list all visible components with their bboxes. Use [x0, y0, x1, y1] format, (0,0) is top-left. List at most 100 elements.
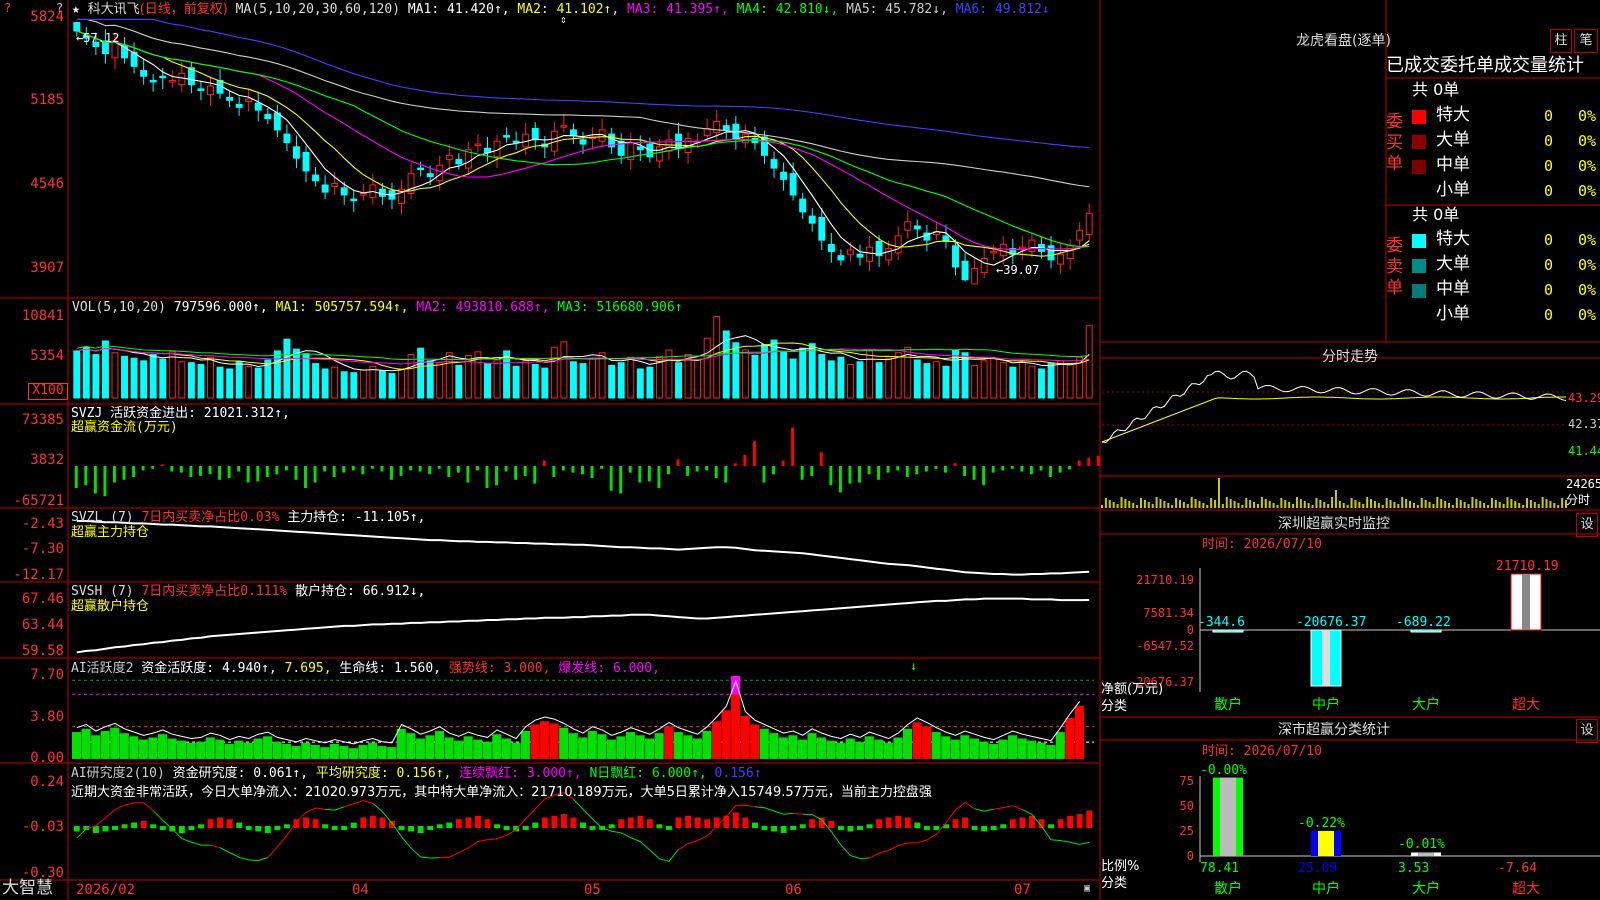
lock-icon[interactable]: ▣ [1084, 884, 1090, 894]
ai-research-bar [178, 826, 185, 834]
ai-research-bar [322, 824, 329, 829]
svzj-bar [437, 466, 441, 469]
ai-research-part: N日飘红: 6.000↑, [581, 766, 707, 781]
volume-bar [1038, 368, 1045, 399]
order-percent: 0% [1578, 132, 1597, 150]
candle-body [961, 260, 969, 281]
ai-active-bar [463, 736, 473, 759]
candle-body [894, 235, 902, 254]
svzj-bar [848, 466, 852, 484]
stock-name[interactable]: 科大讯飞 [88, 2, 140, 17]
ai-active-bar [979, 741, 989, 759]
ai-active-bar [196, 741, 206, 759]
ai-research-bar [761, 826, 768, 830]
volume-bar [741, 349, 749, 399]
order-percent: 0% [1578, 182, 1597, 200]
sz-class-title: 深市超赢分类统计 [1278, 722, 1390, 738]
ai-research-bar [293, 819, 300, 828]
ai-research-bar [303, 817, 309, 828]
ai-research-bar [1019, 817, 1026, 828]
order-count: 0 [1544, 132, 1554, 150]
svzl-ratio: 7日内买卖净占比0.03% [141, 510, 280, 525]
ai-active-bar [902, 728, 913, 759]
volume-bar [799, 347, 807, 399]
svzj-bar [953, 463, 957, 466]
volume-unit-button[interactable]: X100 [28, 383, 68, 400]
ai-research-bar [541, 817, 548, 828]
volume-bar [589, 358, 597, 399]
ai-research-line [219, 847, 268, 862]
ai-active-bar [578, 737, 588, 759]
candle-body [770, 159, 778, 169]
svzj-bar [1058, 466, 1062, 473]
ai-active-bar [893, 737, 903, 759]
volume-header: VOL(5,10,20) 797596.000↑, MA1: 505757.59… [72, 301, 683, 314]
ai-research-bar [131, 822, 138, 828]
ai-active-bar [988, 743, 998, 759]
favorite-star-icon[interactable]: ★ [72, 2, 80, 17]
low-price-note: ←39.07 [996, 263, 1040, 277]
volume-bar [216, 366, 224, 399]
sz-monitor-y-label: 21710.19 [1136, 573, 1194, 587]
ma-value: MA1: 41.420↑, [407, 2, 510, 17]
ai-active-bar [673, 732, 683, 759]
ai-active-bar [817, 737, 827, 759]
ai-research-bar [226, 819, 233, 828]
volume-bar [780, 351, 788, 399]
ai-research-line [573, 798, 679, 862]
ai-research-bar [1086, 810, 1093, 828]
volume-bar [331, 366, 339, 399]
candle-body [846, 249, 854, 255]
tick-mode-button[interactable]: 笔 [1574, 29, 1598, 53]
svzj-bar [151, 466, 155, 469]
cursor-marker-icon: ⇕ [560, 13, 567, 26]
ai-active-bar [1055, 732, 1065, 759]
intraday-avg-line [1101, 396, 1566, 443]
bar-mode-button[interactable]: 柱 [1550, 29, 1572, 53]
volume-bar [932, 361, 940, 399]
ai-active-bar [931, 732, 941, 759]
ai-active-bar [731, 685, 741, 759]
app-logo[interactable]: 大智慧 [2, 880, 53, 897]
volume-bar [971, 364, 979, 399]
sz-monitor-settings-button[interactable]: 设 [1576, 513, 1598, 537]
svzj-bar [867, 466, 871, 475]
stock-terminal: ? ? ★ 科大讯飞(日线，前复权) MA(5,10,20,30,60,120)… [0, 0, 1600, 900]
ai-active-bar [864, 736, 874, 759]
volume-bar [999, 362, 1007, 399]
volume-bar [560, 341, 568, 399]
svzj-bar [1029, 466, 1033, 475]
ai-research-y-label: 0.24 [30, 774, 64, 790]
ai-research-bar [188, 826, 195, 830]
order-count: 0 [1544, 256, 1554, 274]
ai-comment: 近期大资金非常活跃，今日大单净流入：21020.973万元，其中特大单净流入：2… [71, 785, 932, 800]
sz-class-settings-button[interactable]: 设 [1576, 719, 1598, 743]
candle-body [980, 257, 988, 274]
volume-bar [235, 361, 243, 399]
ai-active-bar [243, 742, 253, 759]
sz-monitor-bar [1410, 629, 1442, 633]
svzj-bar [132, 466, 136, 477]
order-size-label: 大单 [1436, 254, 1470, 274]
volume-bar [1009, 366, 1017, 399]
ai-active-bar [645, 738, 655, 759]
ai-research-line [372, 803, 440, 859]
volume-bar [359, 369, 367, 399]
volume-value: 797596.000↑, [173, 300, 268, 315]
svzj-bar [561, 466, 565, 471]
volume-bar [550, 346, 558, 399]
order-count: 0 [1544, 281, 1554, 299]
svzj-bar [896, 466, 900, 471]
order-size-label: 小单 [1436, 180, 1470, 200]
ai-research-header: AI研究度2(10) 资金研究度: 0.061↑, 平均研究度: 0.156↑,… [71, 767, 762, 780]
ai-active-bar [606, 739, 616, 759]
ai-research-bar [331, 826, 338, 830]
ai-research-bar [264, 826, 271, 834]
svzj-bar [418, 466, 422, 472]
period-label[interactable]: (日线，前复权) [140, 2, 228, 17]
svzj-bar [714, 466, 718, 479]
svzj-bar [380, 466, 384, 472]
ai-research-bar [866, 824, 873, 829]
order-count: 0 [1544, 107, 1554, 125]
ai-research-part: 资金研究度: 0.061↑, [164, 766, 309, 781]
